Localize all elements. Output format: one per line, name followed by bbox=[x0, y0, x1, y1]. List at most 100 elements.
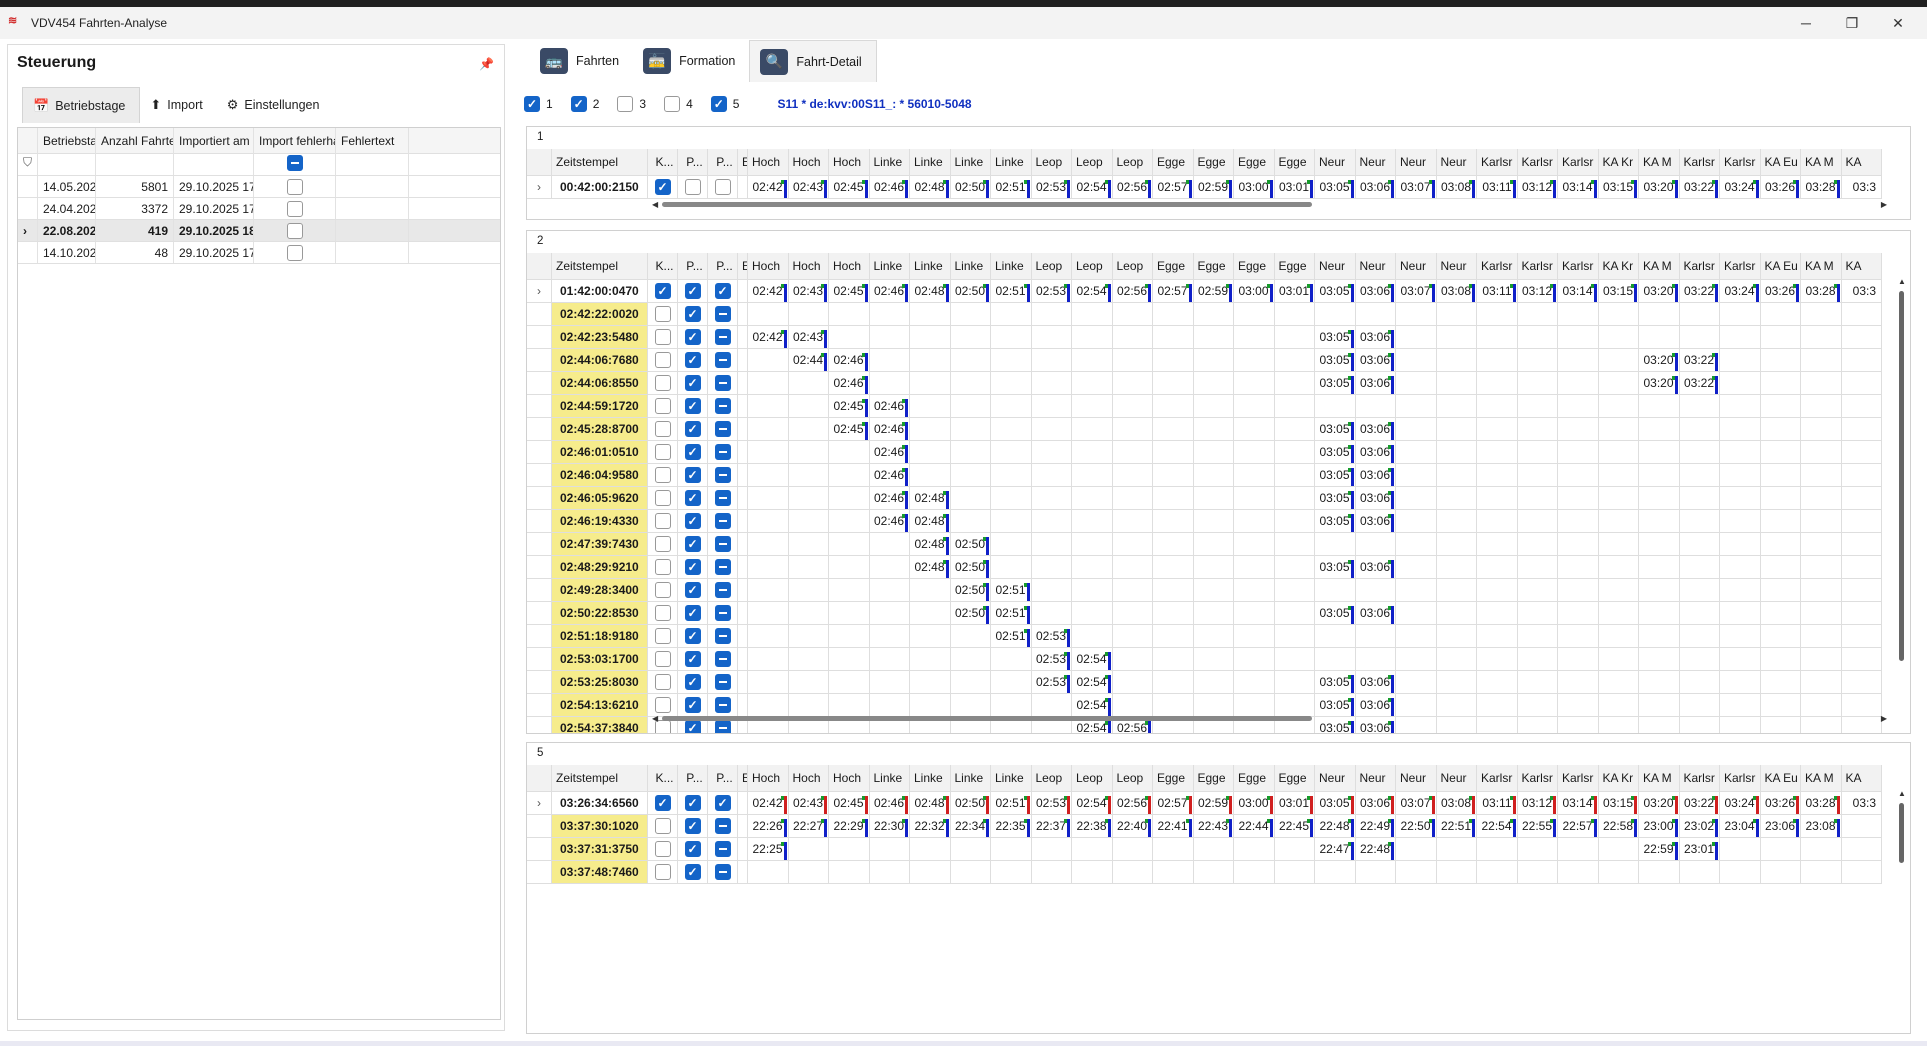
stop-header[interactable]: KA M bbox=[1639, 253, 1680, 280]
table-row[interactable]: 03:37:48:7460 bbox=[527, 861, 1882, 884]
p2-checkbox[interactable] bbox=[714, 398, 731, 414]
e-header[interactable]: E bbox=[738, 253, 748, 280]
stop-header[interactable]: Hoch bbox=[748, 765, 789, 792]
p1-checkbox[interactable] bbox=[684, 841, 701, 857]
p1-checkbox[interactable] bbox=[684, 398, 701, 414]
p2-checkbox[interactable] bbox=[714, 841, 731, 857]
table-row[interactable]: ›00:42:00:215002:4202:4302:4502:4602:480… bbox=[527, 176, 1882, 199]
k-header[interactable]: K... bbox=[648, 765, 678, 792]
stop-header[interactable]: Linke bbox=[869, 149, 910, 176]
stop-header[interactable]: KA Kr bbox=[1598, 253, 1639, 280]
p1-checkbox[interactable] bbox=[684, 306, 701, 322]
table-row[interactable]: 03:37:31:3750 22:25 22:4722:48 22:5923:01 bbox=[527, 838, 1882, 861]
k-checkbox[interactable] bbox=[654, 329, 671, 345]
table-row[interactable]: 02:46:01:0510 02:46 03:0503:06 bbox=[527, 441, 1882, 464]
p2-checkbox[interactable] bbox=[714, 628, 731, 644]
k-checkbox[interactable] bbox=[654, 283, 671, 299]
k-checkbox[interactable] bbox=[654, 513, 671, 529]
stop-header[interactable]: Hoch bbox=[748, 149, 789, 176]
stop-header[interactable]: Hoch bbox=[788, 253, 829, 280]
expand-icon[interactable] bbox=[527, 326, 552, 349]
stop-header[interactable]: Linke bbox=[910, 149, 951, 176]
stop-header[interactable]: Neur­ bbox=[1396, 765, 1437, 792]
stop-header[interactable]: KA Kr bbox=[1598, 765, 1639, 792]
p2-checkbox[interactable] bbox=[714, 818, 731, 834]
p1-checkbox[interactable] bbox=[684, 513, 701, 529]
stop-header[interactable]: Karlsr bbox=[1679, 765, 1720, 792]
table-row[interactable]: ›01:42:00:047002:4202:4302:4502:4602:480… bbox=[527, 280, 1882, 303]
table-row[interactable]: 02:42:23:5480 02:4202:43 03:0503:06 bbox=[527, 326, 1882, 349]
scroll-up-icon[interactable]: ▲ bbox=[1898, 277, 1906, 286]
k-checkbox[interactable] bbox=[654, 582, 671, 598]
p2-checkbox[interactable] bbox=[714, 795, 731, 811]
tab-formation[interactable]: 🚋 Formation bbox=[633, 40, 749, 82]
k-checkbox[interactable] bbox=[654, 841, 671, 857]
p2-checkbox[interactable] bbox=[714, 283, 731, 299]
table-row[interactable]: 02:46:19:4330 02:4602:48 03:0503:06 bbox=[527, 510, 1882, 533]
stop-header[interactable]: Karlsr bbox=[1558, 765, 1599, 792]
p2-header[interactable]: P... bbox=[708, 765, 738, 792]
p1-checkbox[interactable] bbox=[684, 818, 701, 834]
stop-header[interactable]: Karlsr bbox=[1679, 253, 1720, 280]
timestamp-header[interactable]: Zeitstempel bbox=[552, 765, 648, 792]
table-row[interactable]: 02:47:39:7430 02:4802:50 bbox=[527, 533, 1882, 556]
stop-header[interactable]: Karlsr bbox=[1477, 253, 1518, 280]
table-row[interactable]: 02:48:29:9210 02:4802:50 03:0503:06 bbox=[527, 556, 1882, 579]
table-row[interactable]: 02:44:06:8550 02:46 03:0503:06 03:2003:22 bbox=[527, 372, 1882, 395]
expand-icon[interactable] bbox=[527, 303, 552, 326]
scroll-right-icon[interactable]: ▶ bbox=[1881, 200, 1887, 209]
stop-header[interactable]: Neur­ bbox=[1436, 765, 1477, 792]
table-row[interactable]: 03:37:30:102022:2622:2722:2922:3022:3222… bbox=[527, 815, 1882, 838]
expand-icon[interactable] bbox=[18, 198, 38, 219]
e-header[interactable]: E bbox=[738, 149, 748, 176]
minimize-button[interactable]: ─ bbox=[1783, 7, 1829, 39]
tab-import[interactable]: ⬆ Import bbox=[140, 87, 216, 123]
filter-cell[interactable] bbox=[254, 150, 336, 175]
k-checkbox[interactable] bbox=[654, 375, 671, 391]
p2-checkbox[interactable] bbox=[714, 674, 731, 690]
stop-header[interactable]: Linke bbox=[869, 765, 910, 792]
expand-icon[interactable] bbox=[527, 694, 552, 717]
stop-header[interactable]: Leop­ bbox=[1072, 765, 1113, 792]
scroll-right-icon[interactable]: ▶ bbox=[1881, 714, 1887, 723]
stop-header[interactable]: KA M bbox=[1801, 765, 1842, 792]
scrollbar-thumb[interactable] bbox=[662, 716, 1312, 721]
table-row[interactable]: 02:53:25:8030 02:5302:54 03:0503:06 bbox=[527, 671, 1882, 694]
p1-checkbox[interactable] bbox=[684, 674, 701, 690]
expand-icon[interactable] bbox=[527, 602, 552, 625]
error-checkbox[interactable] bbox=[286, 222, 303, 239]
stop-header[interactable]: Linke bbox=[950, 765, 991, 792]
p2-checkbox[interactable] bbox=[714, 864, 731, 880]
filter-checkbox[interactable] bbox=[664, 96, 681, 112]
stop-header[interactable]: Hoch bbox=[748, 253, 789, 280]
expand-icon[interactable]: › bbox=[18, 220, 38, 241]
stop-header[interactable]: KA Kr bbox=[1598, 149, 1639, 176]
k-checkbox[interactable] bbox=[654, 352, 671, 368]
stop-header[interactable]: KA Eu bbox=[1760, 253, 1801, 280]
stop-header[interactable]: Neur­ bbox=[1355, 149, 1396, 176]
stop-header[interactable]: Linke bbox=[869, 253, 910, 280]
k-checkbox[interactable] bbox=[654, 536, 671, 552]
stop-header[interactable]: KA Eu bbox=[1760, 149, 1801, 176]
stop-header[interactable]: Neur­ bbox=[1315, 253, 1356, 280]
p1-checkbox[interactable] bbox=[684, 795, 701, 811]
filter-item[interactable]: 1 bbox=[524, 96, 553, 112]
stop-header[interactable]: Egge­ bbox=[1153, 253, 1194, 280]
p2-checkbox[interactable] bbox=[714, 444, 731, 460]
p2-checkbox[interactable] bbox=[714, 375, 731, 391]
expand-icon[interactable] bbox=[527, 464, 552, 487]
stop-header[interactable]: Linke bbox=[991, 149, 1032, 176]
vertical-scrollbar[interactable]: ▲ bbox=[1898, 277, 1906, 705]
expand-icon[interactable] bbox=[527, 648, 552, 671]
scroll-up-icon[interactable]: ▲ bbox=[1898, 789, 1906, 798]
error-checkbox[interactable] bbox=[286, 178, 303, 195]
p2-header[interactable]: P... bbox=[708, 149, 738, 176]
k-checkbox[interactable] bbox=[654, 467, 671, 483]
stop-header[interactable]: Egge­ bbox=[1153, 765, 1194, 792]
table-row[interactable]: 02:51:18:9180 02:5102:53 bbox=[527, 625, 1882, 648]
expand-icon[interactable] bbox=[527, 533, 552, 556]
expand-icon[interactable] bbox=[527, 349, 552, 372]
p1-checkbox[interactable] bbox=[684, 283, 701, 299]
error-checkbox[interactable] bbox=[286, 244, 303, 261]
stop-header[interactable]: Neur­ bbox=[1396, 253, 1437, 280]
